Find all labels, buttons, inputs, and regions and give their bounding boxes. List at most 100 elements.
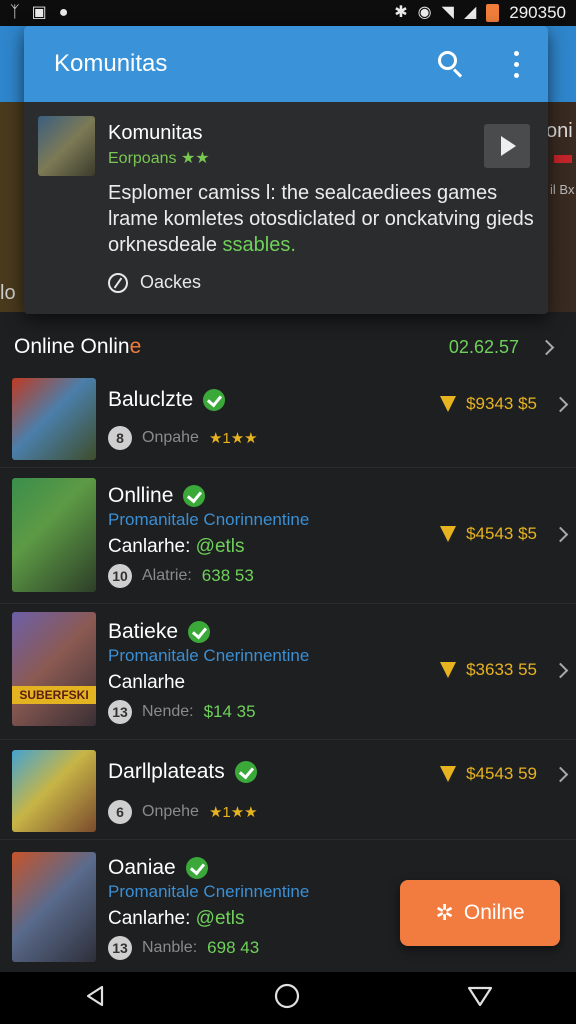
item-detail: Canlarhe: @etls	[108, 908, 245, 930]
item-title-row: Onlline	[108, 484, 206, 508]
fab-label: Onilne	[463, 901, 525, 924]
card-footer-action[interactable]: Oackes	[108, 272, 201, 293]
chevron-right-icon[interactable]	[552, 766, 569, 782]
card-app-subtitle: Eorpoans ★★	[108, 150, 210, 167]
meta-label: Onpahe	[142, 429, 199, 446]
price-row[interactable]: $3633 55	[440, 660, 576, 680]
app-thumbnail[interactable]	[12, 852, 96, 962]
hero-fragment-text: oni	[546, 120, 573, 142]
item-price: $4543 $5	[466, 524, 537, 543]
card-app-thumbnail[interactable]	[38, 116, 95, 176]
meta-label: Alatrie:	[142, 567, 192, 584]
app-thumbnail[interactable]: SUBERFSKI	[12, 612, 96, 726]
card-description-highlight[interactable]: ssables.	[223, 234, 296, 256]
item-name: Oaniae	[108, 856, 176, 879]
usb-icon: ᛉ	[10, 4, 20, 21]
count-badge: 6	[108, 800, 132, 824]
hero-fragment-subtext: il Bx	[550, 182, 575, 197]
count-badge: 13	[108, 936, 132, 960]
rating-stars: ★1★★	[208, 430, 258, 447]
bluetooth-icon: ✱	[394, 4, 408, 21]
section-value: 02.62.57	[448, 336, 519, 357]
meta-label: Onpehe	[142, 803, 199, 820]
home-button[interactable]	[274, 983, 300, 1014]
list-item[interactable]: Onlline Promanitale Cnorinnentine Canlar…	[0, 468, 576, 604]
recents-button[interactable]	[467, 984, 493, 1013]
card-app-row[interactable]: Komunitas Eorpoans ★★	[24, 102, 548, 176]
screen: ᛉ ▣ ● ✱ ◉ ◥ ◢ 290350 oni il Bx lo Komuni…	[0, 0, 576, 1024]
card-footer-label: Oackes	[140, 272, 202, 292]
chevron-right-icon[interactable]	[552, 396, 569, 412]
app-thumbnail[interactable]	[12, 378, 96, 460]
verified-check-icon	[183, 485, 206, 507]
item-name: Darllplateats	[108, 760, 225, 783]
rating-stars: ★1★★	[208, 804, 258, 821]
section-title-accent: e	[129, 335, 142, 358]
count-badge: 8	[108, 426, 132, 450]
item-detail-label: Canlarhe:	[108, 536, 191, 557]
card-app-name: Komunitas	[108, 122, 203, 144]
item-price: $3633 55	[466, 660, 537, 679]
item-subtitle: Promanitale Cnerinnentine	[108, 646, 310, 665]
online-fab-button[interactable]: ✲ Onilne	[400, 880, 560, 946]
item-detail: Canlarhe	[108, 672, 185, 694]
card-description-text: Esplomer camiss l: the sealcaediees game…	[108, 182, 534, 256]
verified-check-icon	[203, 389, 226, 411]
card-description: Esplomer camiss l: the sealcaediees game…	[108, 180, 538, 258]
price-tag-icon	[440, 662, 457, 678]
price-tag-icon	[440, 396, 457, 412]
price-row[interactable]: $9343 $5	[440, 394, 576, 414]
verified-check-icon	[185, 857, 208, 879]
list-item[interactable]: SUBERFSKI Batieke Promanitale Cnerinnent…	[0, 604, 576, 740]
item-detail: Canlarhe: @etls	[108, 536, 245, 558]
item-meta: 8 Onpahe ★1★★	[108, 426, 258, 450]
recents-icon	[467, 986, 492, 1006]
item-meta: 13 Nende: $14 35	[108, 700, 256, 724]
item-detail-value: @etls	[195, 908, 245, 929]
notification-icon: ●	[58, 4, 69, 21]
meta-label: Nende:	[142, 703, 194, 720]
meta-value: 638 53	[201, 566, 254, 585]
item-name: Batieke	[108, 620, 179, 643]
signal-icon: ◢	[463, 4, 477, 21]
chevron-right-icon[interactable]	[552, 526, 569, 542]
status-bar: ᛉ ▣ ● ✱ ◉ ◥ ◢ 290350	[0, 0, 576, 26]
hero-fragment-left-text: lo	[0, 282, 16, 304]
item-title-row: Darllplateats	[108, 760, 257, 784]
app-thumbnail[interactable]	[12, 750, 96, 832]
card-header: Komunitas	[24, 26, 548, 102]
price-row[interactable]: $4543 59	[440, 764, 576, 784]
list-item[interactable]: Baluclzte 8 Onpahe ★1★★ $9343 $5	[0, 370, 576, 468]
item-meta: 6 Onpehe ★1★★	[108, 800, 258, 824]
play-button[interactable]	[484, 124, 530, 168]
community-popup-card[interactable]: Komunitas Komunitas Eorpoans ★★ Esplomer…	[24, 26, 548, 314]
item-name: Onlline	[108, 484, 174, 507]
chevron-right-icon[interactable]	[552, 662, 569, 678]
play-icon	[501, 136, 516, 156]
wifi-icon: ◥	[441, 4, 454, 21]
chevron-right-icon[interactable]	[538, 339, 555, 355]
verified-check-icon	[188, 621, 211, 643]
item-title-row: Oaniae	[108, 856, 208, 880]
app-thumbnail[interactable]	[12, 478, 96, 592]
block-icon	[108, 272, 128, 293]
back-button[interactable]	[83, 984, 107, 1013]
item-title-row: Baluclzte	[108, 388, 226, 412]
home-icon	[274, 983, 300, 1008]
list-item[interactable]: Darllplateats 6 Onpehe ★1★★ $4543 59	[0, 740, 576, 840]
item-subtitle: Promanitale Cnerinnentine	[108, 882, 310, 901]
item-meta: 13 Nanble: 698 43	[108, 936, 259, 960]
item-price: $9343 $5	[466, 394, 537, 413]
verified-check-icon	[234, 761, 257, 783]
section-header[interactable]: Online Online 02.62.57	[0, 320, 576, 374]
item-detail-label: Canlarhe	[108, 672, 186, 693]
vibrate-icon: ◉	[417, 4, 432, 21]
thumbnail-banner-text: SUBERFSKI	[12, 686, 96, 704]
battery-icon	[486, 4, 500, 22]
card-title: Komunitas	[54, 50, 168, 77]
more-options-icon[interactable]	[512, 50, 520, 78]
search-icon[interactable]	[438, 51, 464, 78]
meta-label: Nanble:	[142, 939, 198, 956]
section-title-text: Online Onlin	[14, 335, 130, 358]
price-row[interactable]: $4543 $5	[440, 524, 576, 544]
